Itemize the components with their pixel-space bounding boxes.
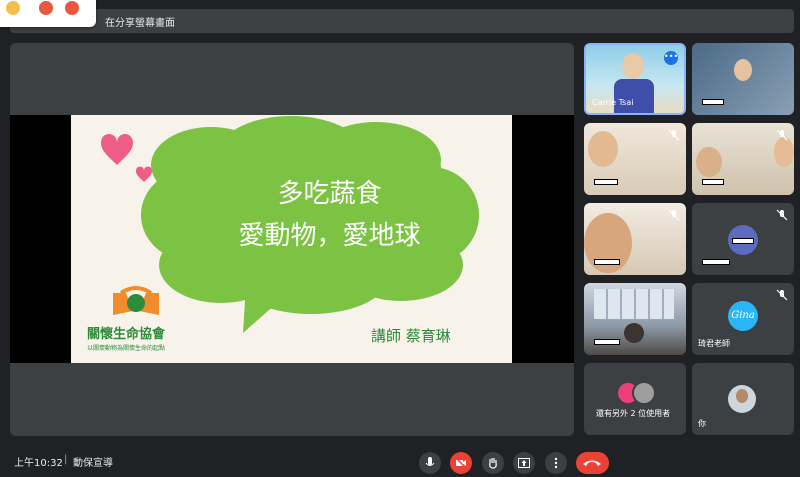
presentation-stage: 多吃蔬食 愛動物，愛地球 關懷生命協會 以關懷動物為關懷生命的起點 講師 蔡育琳 <box>10 43 574 436</box>
mic-off-icon <box>668 129 680 141</box>
redacted-name <box>594 339 620 345</box>
camera-button[interactable] <box>450 452 472 474</box>
redacted-name <box>702 259 730 265</box>
avatar: Gina <box>728 301 758 331</box>
self-tile[interactable]: 你 <box>692 363 794 435</box>
more-vert-icon <box>554 457 558 469</box>
slide-headline-1: 多吃蔬食 <box>277 179 382 209</box>
present-button[interactable] <box>513 452 535 474</box>
participant-name: 你 <box>698 419 706 428</box>
others-count-label: 還有另外 2 位使用者 <box>596 409 671 418</box>
present-icon <box>518 458 530 468</box>
presenting-label: 在分享螢幕畫面 <box>105 18 175 29</box>
window-frame <box>594 289 674 319</box>
participant-tile-5[interactable] <box>584 203 686 275</box>
more-options-button[interactable] <box>545 452 567 474</box>
mic-off-icon <box>776 129 788 141</box>
mic-off-icon <box>776 209 788 221</box>
redacted-name <box>594 179 618 185</box>
bottom-bar: 上午10:32 | 動保宣導 <box>0 447 800 477</box>
person-head <box>624 323 644 343</box>
extension-star-icon[interactable] <box>65 1 79 15</box>
person-head <box>696 147 722 177</box>
others-tile[interactable]: 還有另外 2 位使用者 <box>584 363 686 435</box>
mic-off-icon <box>776 289 788 301</box>
mic-icon <box>425 457 435 466</box>
end-call-icon <box>583 460 601 466</box>
camera-off-icon <box>455 457 467 469</box>
participant-tile-2[interactable] <box>692 43 794 115</box>
extensions-popup <box>0 0 96 27</box>
org-motto: 以關懷動物為關懷生命的起點 <box>87 345 166 352</box>
shared-screen: 多吃蔬食 愛動物，愛地球 關懷生命協會 以關懷動物為關懷生命的起點 講師 蔡育琳 <box>10 115 574 363</box>
end-call-button[interactable] <box>576 452 609 474</box>
person-head <box>588 131 618 167</box>
redacted-name <box>732 238 754 244</box>
meeting-time: 上午10:32 <box>14 458 63 469</box>
slide: 多吃蔬食 愛動物，愛地球 關懷生命協會 以關懷動物為關懷生命的起點 講師 蔡育琳 <box>71 115 512 363</box>
mic-off-icon <box>668 209 680 221</box>
presentation-banner: 在分享螢幕畫面 <box>10 9 794 33</box>
person-shirt <box>614 79 654 113</box>
person-head <box>734 59 752 81</box>
participant-tile-7[interactable] <box>584 283 686 355</box>
redacted-name <box>594 259 620 265</box>
person-head <box>774 137 794 167</box>
org-name: 關懷生命協會 <box>87 327 166 342</box>
extension-badge-icon[interactable] <box>6 1 20 15</box>
participant-tile-4[interactable] <box>692 123 794 195</box>
participant-tile-3[interactable] <box>584 123 686 195</box>
raise-hand-button[interactable] <box>482 452 504 474</box>
person-head <box>736 389 748 403</box>
meeting-title: 動保宣導 <box>73 458 113 469</box>
raise-hand-icon <box>489 458 497 469</box>
participant-tile-6[interactable] <box>692 203 794 275</box>
separator: | <box>64 454 68 465</box>
avatar <box>632 381 656 405</box>
redacted-name <box>702 179 724 185</box>
person-head <box>622 53 644 79</box>
extension-triangle-icon[interactable] <box>39 1 53 15</box>
more-options-icon[interactable]: ••• <box>664 51 678 65</box>
slide-headline-2: 愛動物，愛地球 <box>238 221 421 251</box>
participant-name: 琦君老師 <box>698 339 730 348</box>
participant-name: Carrie Tsai <box>592 98 634 107</box>
redacted-name <box>702 99 724 105</box>
org-logo <box>113 286 159 315</box>
mic-button[interactable] <box>419 452 441 474</box>
participant-tile-carrie[interactable]: ••• Carrie Tsai <box>584 43 686 115</box>
participant-tile-gina[interactable]: Gina 琦君老師 <box>692 283 794 355</box>
speaker-name: 講師 蔡育琳 <box>371 327 451 345</box>
